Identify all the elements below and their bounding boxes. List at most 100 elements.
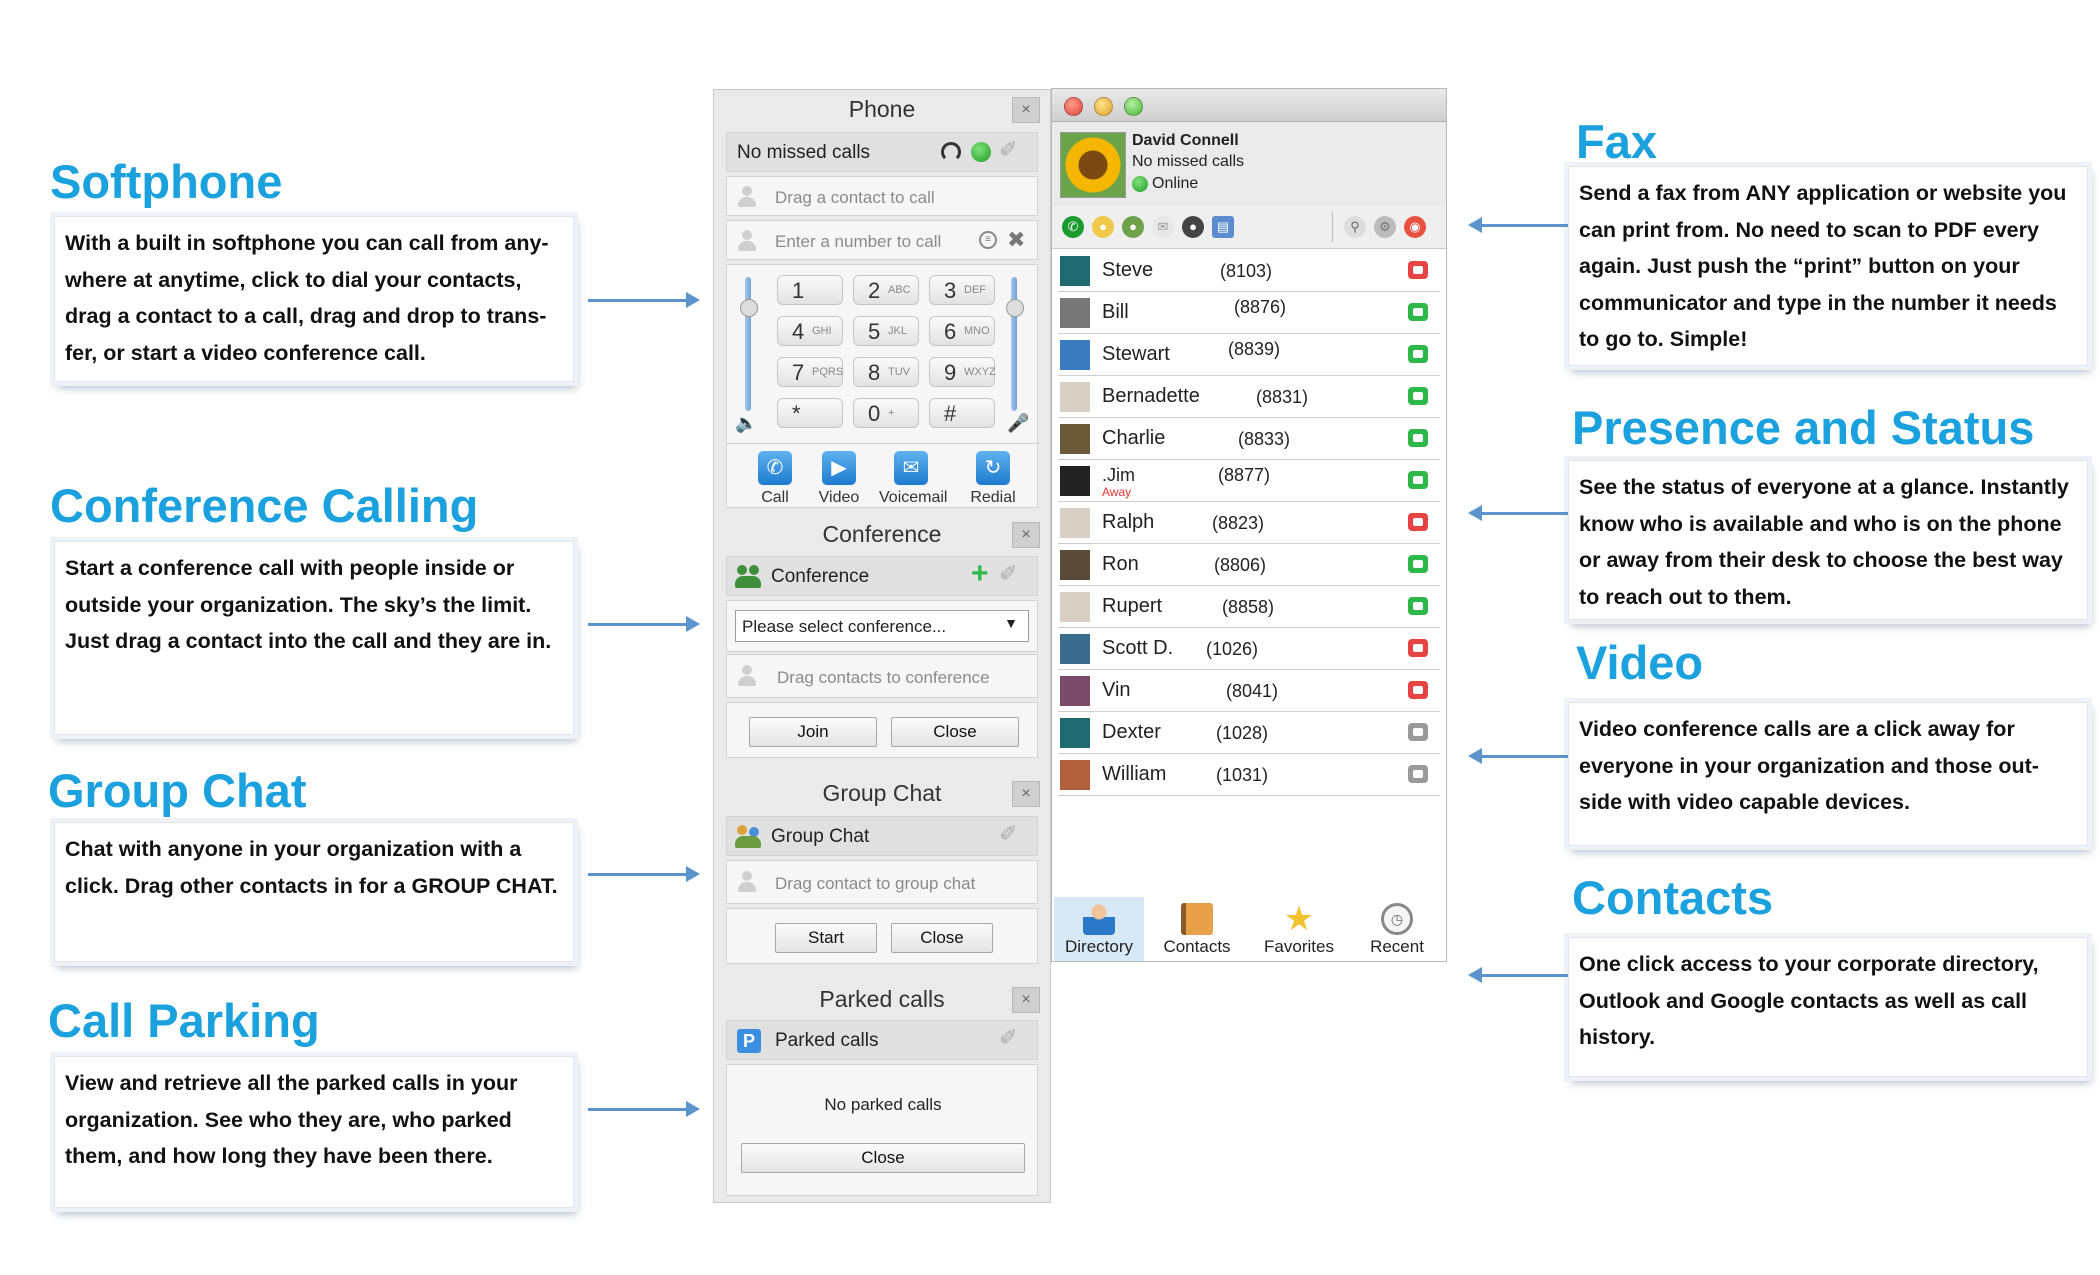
help-icon[interactable]: ◉ [1404, 216, 1426, 238]
paperclip-icon[interactable]: ✐ [999, 561, 1017, 587]
group-chat-icon[interactable]: ● [1122, 216, 1144, 238]
contact-row[interactable]: Bernadette (8831) [1058, 377, 1440, 418]
contact-row[interactable]: Rupert (8858) [1058, 587, 1440, 628]
dialpad-key[interactable]: 8 TUV [853, 357, 919, 387]
conference-close-icon[interactable]: × [1012, 522, 1040, 548]
tab-favorites[interactable]: ★ Favorites [1254, 897, 1344, 961]
contact-row[interactable]: Bill (8876) [1058, 293, 1440, 334]
group-chat-label: Group Chat [771, 826, 870, 847]
search-icon[interactable]: ⚲ [1344, 216, 1366, 238]
maximize-window-icon[interactable] [1124, 97, 1143, 116]
presence-green-icon[interactable] [971, 142, 991, 162]
paperclip-icon[interactable]: ✐ [999, 821, 1017, 847]
contact-row[interactable]: Stewart (8839) [1058, 335, 1440, 376]
redial-button[interactable]: ↻ Redial [961, 451, 1025, 507]
dialpad-key[interactable]: * [777, 398, 843, 428]
group-chat-panel-header: Group Chat × [714, 774, 1050, 812]
avatar[interactable] [1060, 132, 1126, 198]
dialpad-key[interactable]: 6 MNO [929, 316, 995, 346]
speaker-volume-slider[interactable] [745, 277, 751, 411]
busy-phone-icon[interactable] [1408, 681, 1428, 699]
contact-row[interactable]: William (1031) [1058, 755, 1440, 796]
paperclip-icon[interactable]: ✐ [999, 137, 1017, 163]
available-phone-icon[interactable] [1408, 429, 1428, 447]
drag-conference-row[interactable]: Drag contacts to conference [726, 654, 1038, 698]
gear-icon[interactable]: ⚙ [1374, 216, 1396, 238]
call-button[interactable]: ✆ Call [743, 451, 807, 507]
dialpad-key[interactable]: 3 DEF [929, 275, 995, 305]
dialpad-key[interactable]: 1 [777, 275, 843, 305]
conference-row: Conference + ✐ [726, 556, 1038, 596]
parked-calls-label: Parked calls [775, 1030, 879, 1051]
tab-recent[interactable]: ◷ Recent [1352, 897, 1442, 961]
conference-close-button[interactable]: Close [891, 717, 1019, 747]
dialpad-key[interactable]: 7 PQRS [777, 357, 843, 387]
number-entry-row[interactable]: Enter a number to call ≡ ✖ [726, 220, 1038, 260]
person-placeholder-icon [737, 871, 757, 893]
minimize-window-icon[interactable] [1094, 97, 1113, 116]
tab-contacts[interactable]: Contacts [1152, 897, 1242, 961]
group-chat-close-icon[interactable]: × [1012, 781, 1040, 807]
busy-phone-icon[interactable] [1408, 639, 1428, 657]
contact-row[interactable]: Ralph (8823) [1058, 503, 1440, 544]
fax-icon[interactable]: ▤ [1212, 216, 1234, 238]
dialpad-key[interactable]: 4 GHI [777, 316, 843, 346]
call-parking-title: Call Parking [48, 994, 320, 1047]
key-digit: # [944, 401, 957, 426]
available-phone-icon[interactable] [1408, 555, 1428, 573]
paperclip-icon[interactable]: ✐ [999, 1025, 1017, 1051]
close-window-icon[interactable] [1064, 97, 1083, 116]
video-button[interactable]: ▶ Video [807, 451, 871, 507]
email-icon[interactable]: ✉ [1152, 216, 1174, 238]
dialpad-key[interactable]: 9 WXYZ [929, 357, 996, 387]
clear-icon[interactable]: ✖ [1007, 227, 1025, 253]
available-phone-icon[interactable] [1408, 471, 1428, 489]
available-phone-icon[interactable] [1408, 387, 1428, 405]
contact-row[interactable]: Steve (8103) [1058, 251, 1440, 292]
parked-calls-close-icon[interactable]: × [1012, 987, 1040, 1013]
keypad-toggle-icon[interactable]: ≡ [979, 231, 997, 249]
offline-phone-icon[interactable] [1408, 765, 1428, 783]
available-phone-icon[interactable] [1408, 597, 1428, 615]
dialpad-key[interactable]: 0 + [853, 398, 919, 428]
conference-select[interactable]: Please select conference... ▼ [735, 610, 1029, 642]
available-phone-icon[interactable] [1408, 345, 1428, 363]
busy-phone-icon[interactable] [1408, 261, 1428, 279]
number-entry-hint[interactable]: Enter a number to call [775, 232, 941, 252]
contact-row[interactable]: .Jim Away (8877) [1058, 461, 1440, 502]
phone-close-icon[interactable]: × [1012, 97, 1040, 123]
available-phone-icon[interactable] [1408, 303, 1428, 321]
mic-volume-knob[interactable] [1006, 299, 1024, 317]
parked-calls-close-button[interactable]: Close [741, 1143, 1025, 1173]
dialpad-key[interactable]: 5 JKL [853, 316, 919, 346]
drag-group-chat-row[interactable]: Drag contact to group chat [726, 860, 1038, 904]
busy-phone-icon[interactable] [1408, 513, 1428, 531]
join-button[interactable]: Join [749, 717, 877, 747]
conference-icon[interactable]: ● [1182, 216, 1204, 238]
dialpad-key[interactable]: 2 ABC [853, 275, 919, 305]
voicemail-button[interactable]: ✉ Voicemail [879, 451, 947, 507]
contact-row[interactable]: Scott D. (1026) [1058, 629, 1440, 670]
action-label: Redial [970, 489, 1016, 506]
mic-volume-slider[interactable] [1011, 277, 1017, 411]
key-digit: 5 [868, 319, 881, 344]
dialpad-key[interactable]: # [929, 398, 995, 428]
drag-contact-row[interactable]: Drag a contact to call [726, 176, 1038, 216]
start-button[interactable]: Start [775, 923, 877, 953]
chat-icon[interactable]: ● [1092, 216, 1114, 238]
contact-row[interactable]: Vin (8041) [1058, 671, 1440, 712]
contact-row[interactable]: Dexter (1028) [1058, 713, 1440, 754]
add-conference-icon[interactable]: + [971, 557, 989, 591]
contact-row[interactable]: Ron (8806) [1058, 545, 1440, 586]
speaker-volume-knob[interactable] [740, 299, 758, 317]
presence-dropdown[interactable]: Online [1152, 175, 1198, 193]
headset-icon[interactable] [941, 142, 961, 162]
group-chat-close-button[interactable]: Close [891, 923, 993, 953]
phone-icon[interactable]: ✆ [1062, 216, 1084, 238]
offline-phone-icon[interactable] [1408, 723, 1428, 741]
chevron-down-icon: ▼ [1004, 615, 1018, 631]
contact-row[interactable]: Charlie (8833) [1058, 419, 1440, 460]
contact-extension: (1031) [1216, 765, 1269, 785]
tab-directory[interactable]: Directory [1054, 897, 1144, 961]
contact-extension: (8876) [1234, 297, 1287, 317]
